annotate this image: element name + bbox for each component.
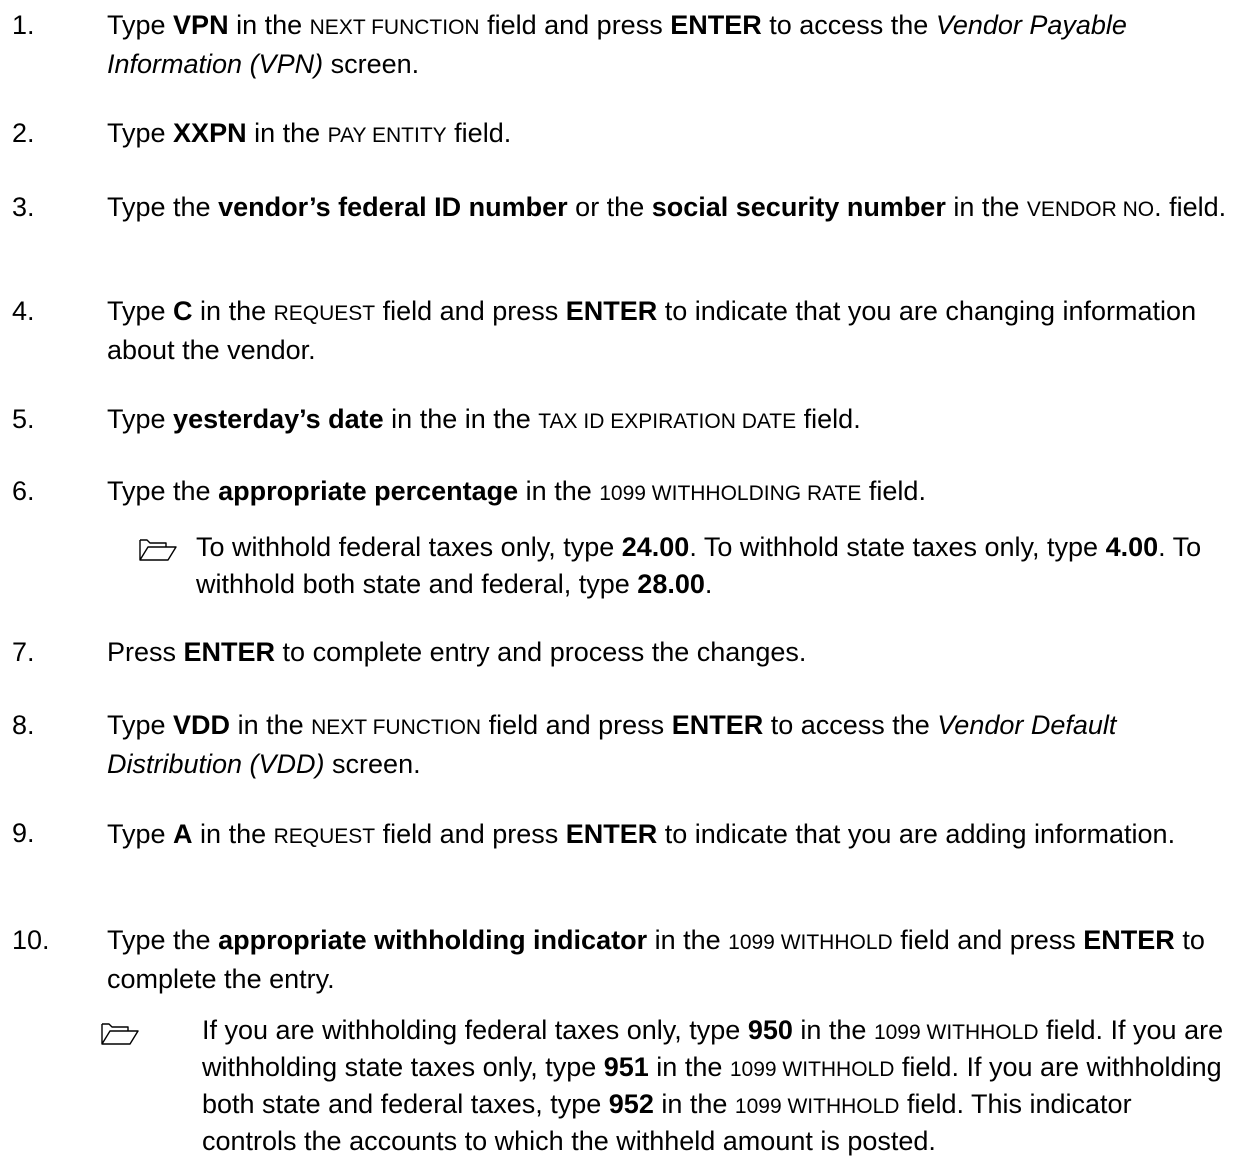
step-text: Type the appropriate withholding indicat… (107, 925, 1205, 994)
step-number: 4. (12, 296, 35, 326)
step-number: 6. (12, 476, 35, 506)
step-number: 1. (12, 10, 35, 40)
step-text: Type VDD in the NEXT FUNCTION field and … (107, 710, 1117, 779)
step-text: Type C in the REQUEST field and press EN… (107, 296, 1197, 365)
step-text: Type VPN in the NEXT FUNCTION field and … (107, 10, 1127, 79)
note-text: If you are withholding federal taxes onl… (202, 1015, 1224, 1156)
step-text: Type yesterday’s date in the in the TAX … (107, 404, 861, 434)
step-text: Type A in the REQUEST field and press EN… (107, 819, 1176, 849)
note-text: To withhold federal taxes only, type 24.… (196, 532, 1202, 599)
step-number: 10. (12, 925, 50, 955)
step-text: Press ENTER to complete entry and proces… (107, 637, 807, 667)
step-number: 9. (12, 818, 35, 848)
step-number: 5. (12, 404, 35, 434)
open-folder-icon (100, 1019, 140, 1045)
step-number: 8. (12, 710, 35, 740)
step-number: 2. (12, 118, 35, 148)
step-number: 7. (12, 637, 35, 667)
step-number: 3. (12, 192, 35, 222)
open-folder-icon (138, 535, 178, 561)
step-text: Type the appropriate percentage in the 1… (107, 476, 926, 506)
step-text: Type XXPN in the PAY ENTITY field. (107, 118, 512, 148)
step-text: Type the vendor’s federal ID number or t… (107, 192, 1227, 222)
